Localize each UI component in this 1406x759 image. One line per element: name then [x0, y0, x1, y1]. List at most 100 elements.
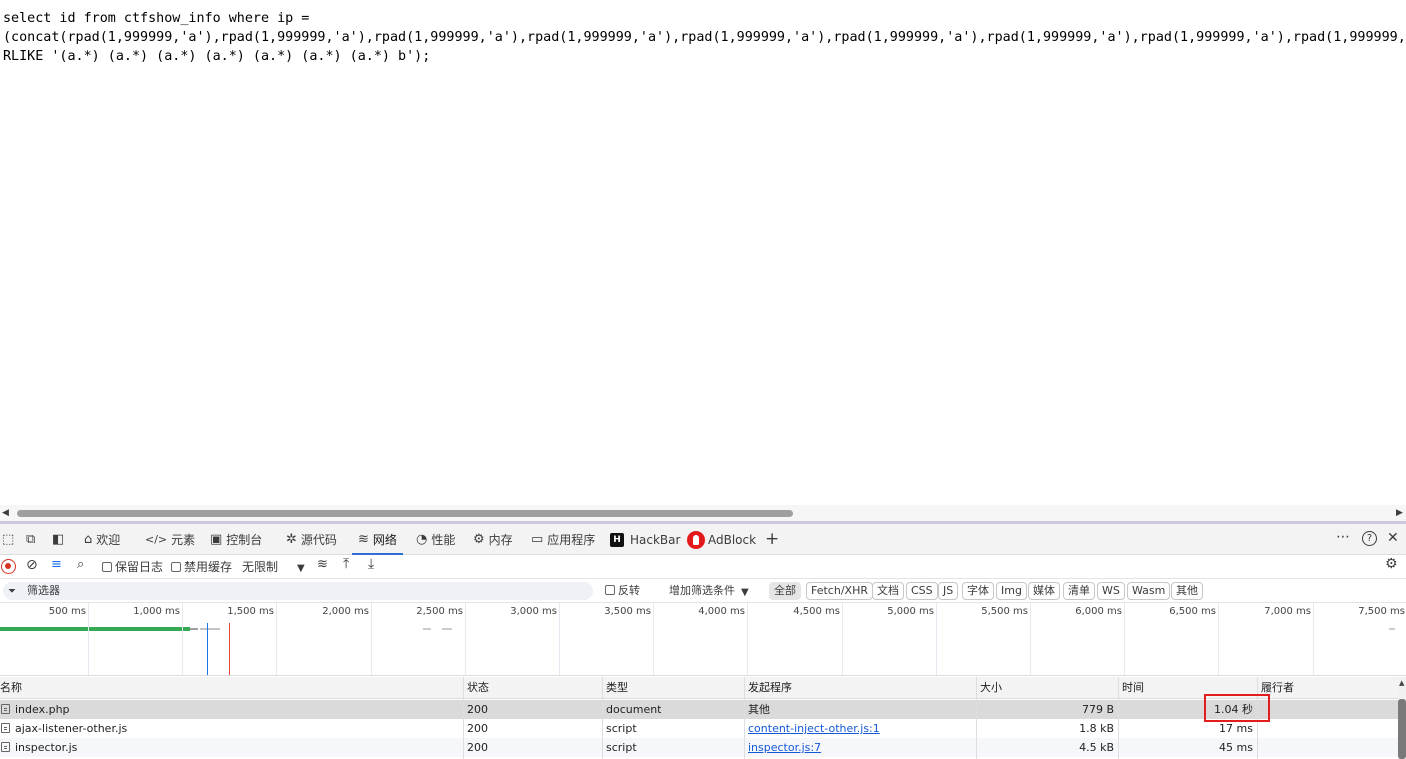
table-vertical-scrollbar[interactable]: ▲: [1398, 677, 1406, 759]
column-divider[interactable]: [602, 677, 603, 759]
more-filters-dropdown[interactable]: 增加筛选条件: [669, 584, 735, 598]
timeline-tick-label: 5,000 ms: [887, 606, 934, 617]
tab-network[interactable]: ≋ 网络: [352, 524, 403, 555]
scrollbar-thumb[interactable]: [17, 510, 793, 517]
filter-toggle-icon[interactable]: ≡: [51, 557, 62, 573]
disable-cache-box[interactable]: [171, 562, 181, 572]
timeline-gridline: [1030, 603, 1031, 675]
tab-memory[interactable]: ⚙ 内存: [473, 524, 513, 555]
table-row[interactable]: ajax-listener-other.js 200 script conten…: [0, 719, 1398, 738]
timeline-gridline: [1218, 603, 1219, 675]
chip-fetch-xhr[interactable]: Fetch/XHR: [806, 582, 873, 600]
request-size: 779 B: [1081, 703, 1114, 716]
tab-hackbar[interactable]: H HackBar: [610, 524, 680, 555]
column-divider[interactable]: [1118, 677, 1119, 759]
scroll-up-icon[interactable]: ▲: [1399, 679, 1404, 687]
chip-manifest[interactable]: 清单: [1063, 582, 1095, 600]
header-size[interactable]: 大小: [977, 677, 1118, 698]
chip-doc[interactable]: 文档: [872, 582, 904, 600]
timeline-gridline: [88, 603, 89, 675]
tab-elements[interactable]: </> 元素: [145, 524, 195, 555]
throttling-select[interactable]: 无限制: [242, 559, 278, 575]
tab-adblock[interactable]: AdBlock: [687, 524, 756, 555]
timeline-tick-label: 1,000 ms: [133, 606, 180, 617]
scroll-left-icon[interactable]: ◀: [2, 508, 9, 518]
scroll-right-icon[interactable]: ▶: [1396, 508, 1403, 518]
throttling-chevron-down-icon[interactable]: ▼: [297, 561, 305, 577]
more-options-icon[interactable]: ⋯: [1336, 529, 1350, 545]
inspect-element-icon[interactable]: ⬚: [2, 532, 14, 547]
help-icon[interactable]: ?: [1362, 531, 1377, 546]
request-type: script: [606, 741, 637, 754]
header-status[interactable]: 状态: [464, 677, 602, 698]
table-scrollbar-thumb[interactable]: [1398, 699, 1406, 759]
add-tab-icon[interactable]: +: [765, 529, 779, 549]
import-har-icon[interactable]: ⤒: [343, 556, 349, 572]
header-name[interactable]: 名称: [0, 677, 463, 698]
request-initiator: 其他: [748, 703, 770, 716]
invert-box[interactable]: [605, 585, 615, 595]
chip-font[interactable]: 字体: [962, 582, 994, 600]
tab-console[interactable]: ▣ 控制台: [210, 524, 262, 555]
settings-gear-icon[interactable]: ⚙: [1385, 556, 1398, 572]
sql-line-3: RLIKE '(a.*) (a.*) (a.*) (a.*) (a.*) (a.…: [3, 49, 431, 64]
dock-icon[interactable]: ◧: [52, 532, 64, 547]
tab-application[interactable]: ▭ 应用程序: [531, 524, 595, 555]
tab-performance[interactable]: ◔ 性能: [416, 524, 455, 555]
request-initiator-link[interactable]: inspector.js:7: [748, 741, 821, 754]
timeline-tick-label: 2,500 ms: [416, 606, 463, 617]
page-horizontal-scrollbar[interactable]: ◀ ▶: [0, 505, 1406, 521]
invert-label: 反转: [618, 584, 640, 597]
chip-ws[interactable]: WS: [1097, 582, 1125, 600]
filter-placeholder: 筛选器: [27, 584, 60, 597]
timeline-gridline: [182, 603, 183, 675]
network-request-table: 名称 状态 类型 发起程序 大小 时间 履行者 index.php 200 do…: [0, 677, 1398, 759]
chip-media[interactable]: 媒体: [1028, 582, 1060, 600]
timeline-tick-label: 7,000 ms: [1264, 606, 1311, 617]
record-icon[interactable]: [1, 559, 16, 574]
header-initiator[interactable]: 发起程序: [745, 677, 976, 698]
disable-cache-checkbox[interactable]: 禁用缓存: [171, 559, 232, 575]
column-divider[interactable]: [744, 677, 745, 759]
tab-elements-label: 元素: [171, 533, 196, 547]
request-initiator-link[interactable]: content-inject-other.js:1: [748, 722, 880, 735]
preserve-log-checkbox[interactable]: 保留日志: [102, 559, 163, 575]
table-header: 名称 状态 类型 发起程序 大小 时间 履行者: [0, 677, 1398, 699]
chip-wasm[interactable]: Wasm: [1127, 582, 1171, 600]
tab-welcome[interactable]: ⌂ 欢迎: [84, 524, 120, 555]
export-har-icon[interactable]: ⤓: [368, 556, 374, 572]
table-row[interactable]: inspector.js 200 script inspector.js:7 4…: [0, 738, 1398, 757]
chip-css[interactable]: CSS: [906, 582, 938, 600]
time-highlight-annotation: [1204, 694, 1270, 722]
app-icon: ▭: [531, 532, 544, 547]
column-divider[interactable]: [976, 677, 977, 759]
preserve-log-box[interactable]: [102, 562, 112, 572]
bug-icon: ✲: [286, 532, 297, 547]
filter-input[interactable]: ⏷ 筛选器: [3, 582, 593, 600]
more-filters-chevron-down-icon[interactable]: ▼: [741, 586, 749, 600]
tab-sources[interactable]: ✲ 源代码: [286, 524, 337, 555]
network-overview-timeline[interactable]: 500 ms 1,000 ms 1,500 ms 2,000 ms 2,500 ms 3,…: [0, 603, 1406, 676]
timeline-gridline: [1313, 603, 1314, 675]
invert-checkbox[interactable]: 反转: [605, 584, 640, 598]
filter-bar: ⏷ 筛选器 反转 增加筛选条件 ▼ 全部 Fetch/XHR 文档 CSS JS …: [0, 579, 1406, 603]
header-type[interactable]: 类型: [603, 677, 744, 698]
chip-other[interactable]: 其他: [1171, 582, 1203, 600]
timeline-tick-label: 3,000 ms: [510, 606, 557, 617]
header-fulfilled-by[interactable]: 履行者: [1258, 677, 1398, 698]
tab-performance-label: 性能: [431, 533, 456, 547]
table-row[interactable]: index.php 200 document 其他 779 B 1.04 秒: [0, 700, 1398, 719]
device-toolbar-icon[interactable]: ⧉: [26, 532, 35, 547]
timeline-tick-label: 500 ms: [48, 606, 86, 617]
tab-hackbar-label: HackBar: [630, 532, 681, 547]
clear-icon[interactable]: ⊘: [26, 557, 38, 573]
column-divider[interactable]: [463, 677, 464, 759]
chip-all[interactable]: 全部: [769, 582, 801, 600]
dom-content-loaded-marker: [207, 623, 208, 675]
close-devtools-icon[interactable]: ✕: [1387, 530, 1399, 546]
chip-js[interactable]: JS: [938, 582, 959, 600]
chip-img[interactable]: Img: [996, 582, 1027, 600]
network-conditions-icon[interactable]: ≋: [317, 557, 328, 573]
load-event-marker: [229, 623, 230, 675]
search-icon[interactable]: ⌕: [77, 557, 84, 573]
